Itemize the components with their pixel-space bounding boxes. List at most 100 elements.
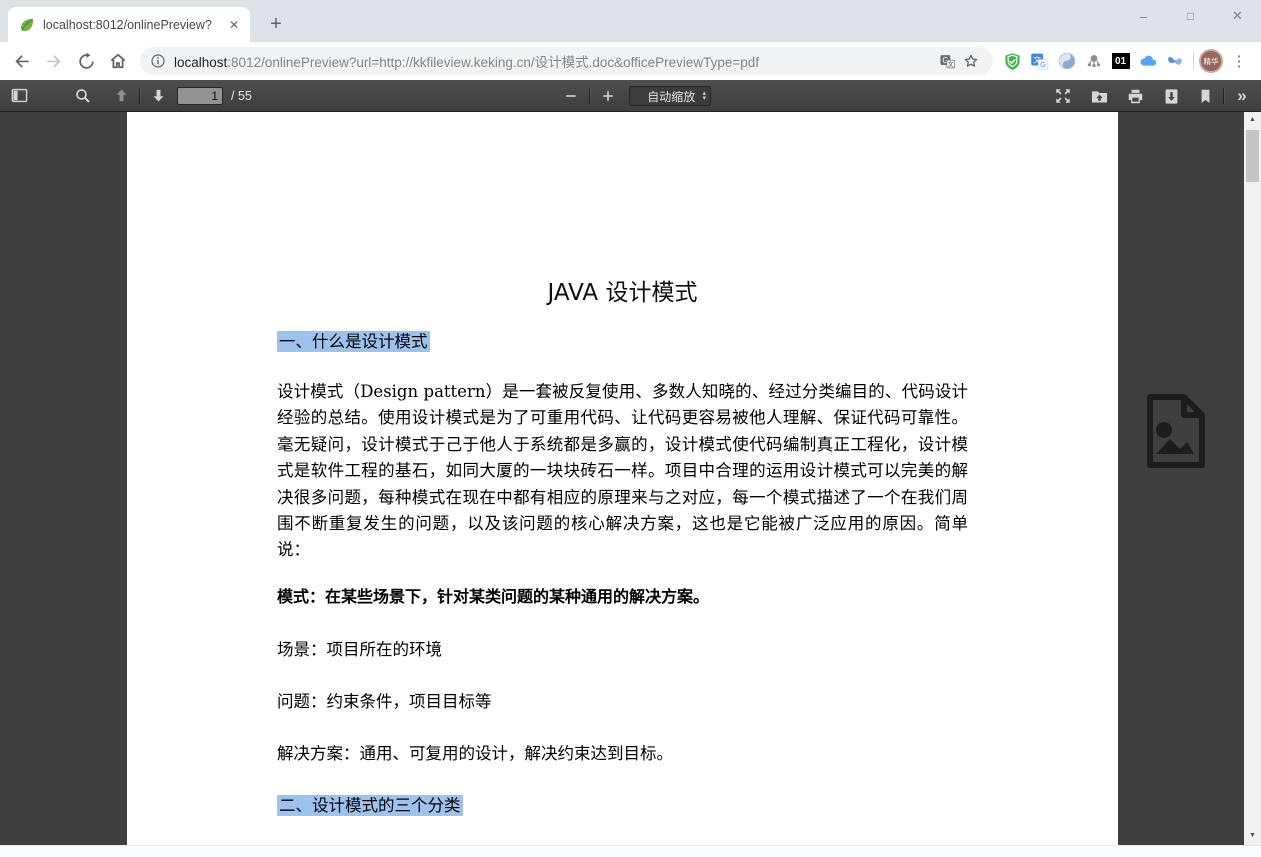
section-heading-2: 二、设计模式的三个分类 (277, 792, 968, 816)
download-button[interactable] (1158, 83, 1184, 109)
bottom-strip (0, 845, 1261, 857)
zoom-in-button[interactable] (595, 83, 621, 109)
page-down-icon (150, 87, 167, 104)
spring-leaf-favicon (19, 17, 35, 33)
forward-icon (44, 51, 64, 71)
vertical-scrollbar[interactable]: ▲ ▼ (1244, 112, 1261, 845)
home-button[interactable] (104, 47, 132, 75)
badge-01-icon: 01 (1112, 53, 1130, 69)
print-button[interactable] (1122, 83, 1148, 109)
bookmark-star-button[interactable] (959, 49, 983, 73)
new-tab-button[interactable]: + (262, 10, 290, 38)
open-file-button[interactable] (1086, 83, 1112, 109)
zoom-select[interactable]: 自动缩放 ▴▾ (629, 86, 711, 106)
scene-line: 场景：项目所在的环境 (277, 636, 968, 660)
zoom-select-value: 自动缩放 (640, 88, 702, 105)
url-path: :8012/onlinePreview?url=http://kkfilevie… (227, 55, 759, 70)
scroll-down-arrow[interactable]: ▼ (1244, 828, 1261, 843)
adguard-extension-button[interactable] (999, 47, 1026, 75)
broken-image-icon (1142, 392, 1208, 470)
pdf-page: JAVA 设计模式 一、什么是设计模式 设计模式（Design pattern）… (127, 112, 1118, 845)
download-icon (1162, 87, 1181, 106)
sidebar-toggle-icon (10, 86, 29, 105)
profile-avatar[interactable]: 精华 (1199, 49, 1223, 73)
pdf-viewer-area: JAVA 设计模式 一、什么是设计模式 设计模式（Design pattern）… (0, 112, 1261, 845)
butterfly-extension-button[interactable] (1161, 47, 1188, 75)
close-button[interactable]: ✕ (1214, 0, 1261, 32)
swirl-extension-button[interactable] (1053, 47, 1080, 75)
toolbar-divider (1193, 52, 1194, 70)
select-arrows-icon: ▴▾ (702, 91, 706, 101)
minimize-button[interactable]: – (1120, 0, 1167, 32)
toolbar-separator (1223, 88, 1224, 104)
octotree-extension-button[interactable] (1080, 47, 1107, 75)
page-number-input[interactable] (177, 87, 223, 105)
translate-page-icon: G 文 (939, 53, 956, 70)
url-host: localhost (174, 55, 227, 70)
tab-strip: localhost:8012/onlinePreview? ✕ + – □ ✕ (0, 0, 1261, 42)
print-icon (1126, 87, 1145, 106)
toolbar-separator (589, 88, 590, 104)
zoom-in-icon (600, 88, 616, 104)
problem-line: 问题：约束条件，项目目标等 (277, 688, 968, 712)
reload-button[interactable] (72, 47, 100, 75)
section-heading-1: 一、什么是设计模式 (277, 328, 968, 352)
translate-extension-button[interactable]: 文 G (1026, 47, 1053, 75)
window-controls: – □ ✕ (1120, 0, 1261, 32)
double-chevron-icon: » (1237, 86, 1246, 106)
open-file-icon (1090, 87, 1109, 106)
forward-button[interactable] (40, 47, 68, 75)
pattern-definition-line: 模式：在某些场景下，针对某类问题的某种通用的解决方案。 (277, 583, 968, 607)
presentation-mode-icon (1054, 87, 1072, 105)
translate-extension-icon: 文 G (1030, 52, 1049, 71)
page-up-button[interactable] (108, 83, 134, 109)
bookmark-star-icon (962, 52, 980, 70)
pdf-toolbar: / 55 自动缩放 ▴▾ (0, 80, 1261, 112)
zoom-out-button[interactable] (558, 83, 584, 109)
badge-01-extension-button[interactable]: 01 (1107, 47, 1134, 75)
page-up-icon (113, 87, 130, 104)
browser-menu-button[interactable]: ⋮ (1227, 49, 1251, 73)
address-bar: localhost:8012/onlinePreview?url=http://… (0, 42, 1261, 80)
shield-icon (1003, 52, 1022, 71)
browser-window: localhost:8012/onlinePreview? ✕ + – □ ✕ (0, 0, 1261, 857)
back-button[interactable] (8, 47, 36, 75)
solution-line: 解决方案：通用、可复用的设计，解决约束达到目标。 (277, 740, 968, 764)
scroll-up-arrow[interactable]: ▲ (1244, 112, 1261, 127)
browser-tab[interactable]: localhost:8012/onlinePreview? ✕ (8, 7, 250, 42)
svg-text:G: G (1040, 60, 1046, 69)
home-icon (108, 51, 128, 71)
highlighted-text: 一、什么是设计模式 (277, 331, 430, 352)
maximize-button[interactable]: □ (1167, 0, 1214, 32)
document-title: JAVA 设计模式 (277, 273, 968, 307)
swirl-circle-icon (1057, 51, 1077, 71)
sidebar-toggle-button[interactable] (6, 83, 32, 109)
bookmark-icon (1197, 88, 1214, 105)
zoom-controls: 自动缩放 ▴▾ (558, 80, 711, 112)
translate-page-button[interactable]: G 文 (935, 49, 959, 73)
toolbar-separator (139, 88, 140, 104)
tab-title: localhost:8012/onlinePreview? (43, 18, 226, 32)
page-count-label: / 55 (231, 89, 252, 103)
zoom-out-icon (563, 88, 579, 104)
cloud-extension-button[interactable] (1134, 47, 1161, 75)
reload-icon (77, 52, 96, 71)
url-bar[interactable]: localhost:8012/onlinePreview?url=http://… (140, 47, 993, 75)
search-icon (74, 87, 92, 105)
search-button[interactable] (70, 83, 96, 109)
toolbar-right-group: » (1050, 80, 1255, 112)
highlighted-text: 二、设计模式的三个分类 (277, 795, 463, 816)
back-icon (12, 51, 32, 71)
page-down-button[interactable] (145, 83, 171, 109)
tab-close-icon[interactable]: ✕ (226, 17, 242, 33)
bookmark-button[interactable] (1192, 83, 1218, 109)
broken-image-placeholder (1142, 392, 1208, 470)
presentation-mode-button[interactable] (1050, 83, 1076, 109)
intro-paragraph: 设计模式（Design pattern）是一套被反复使用、多数人知晓的、经过分类… (277, 379, 968, 564)
scrollbar-thumb[interactable] (1246, 130, 1259, 182)
creational-pattern-line: 创建型模式：对象实例化的模式，创建型模式用于解耦对象的实例化过程。 (277, 843, 968, 845)
butterfly-icon (1165, 51, 1185, 71)
cloud-icon (1138, 51, 1158, 71)
octopus-icon (1085, 52, 1103, 70)
more-tools-button[interactable]: » (1229, 83, 1255, 109)
